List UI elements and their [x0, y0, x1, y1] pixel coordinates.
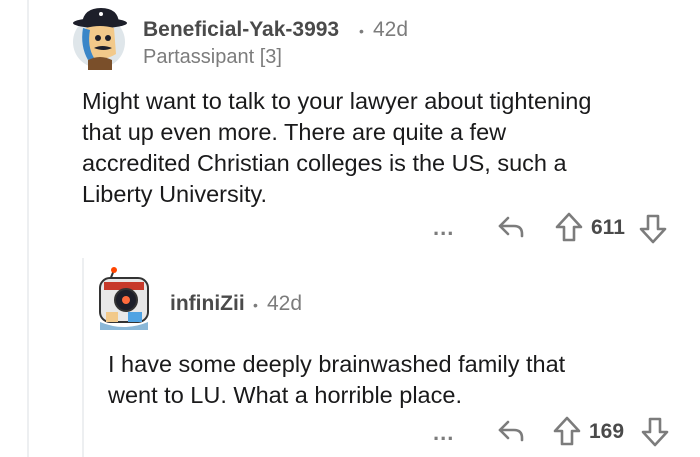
vote-score: 611	[591, 216, 625, 239]
avatar-snoo-icon	[73, 8, 127, 70]
separator-dot: •	[253, 297, 258, 313]
upvote-button[interactable]	[554, 211, 584, 248]
comment-thread: Beneficial-Yak-3993 • 42d Partassipant […	[0, 0, 700, 457]
reply-body-line: I have some deeply brainwashed family th…	[108, 351, 566, 377]
comment-age: 42d	[373, 18, 409, 41]
comment-body-line: Liberty University.	[82, 181, 268, 207]
reply-username[interactable]: infiniZii	[170, 292, 245, 316]
downvote-icon	[639, 214, 667, 244]
vote-score: 169	[589, 420, 625, 443]
comment-body-line: accredited Christian colleges is the US,…	[82, 150, 567, 176]
more-options-button[interactable]: ...	[433, 420, 454, 446]
comment-body: Might want to talk to your lawyer about …	[82, 86, 682, 210]
avatar[interactable]	[70, 6, 128, 70]
comment-body-line: Might want to talk to your lawyer about …	[82, 88, 592, 114]
thread-line[interactable]	[27, 0, 29, 457]
reply-body-line: went to LU. What a horrible place.	[108, 382, 462, 408]
reply-age: 42d	[267, 292, 303, 315]
downvote-button[interactable]	[638, 213, 668, 250]
downvote-button[interactable]	[640, 416, 670, 453]
upvote-icon	[555, 212, 583, 242]
reply-button[interactable]	[496, 212, 526, 247]
downvote-icon	[641, 417, 669, 447]
avatar[interactable]	[96, 266, 152, 334]
reply-icon	[498, 216, 524, 238]
upvote-icon	[553, 416, 581, 446]
comment-body-line: that up even more. There are quite a few	[82, 119, 507, 145]
upvote-button[interactable]	[552, 415, 582, 452]
user-flair: Partassipant [3]	[143, 46, 282, 68]
separator-dot: •	[359, 23, 364, 39]
reply-body: I have some deeply brainwashed family th…	[108, 349, 688, 411]
comment-username[interactable]: Beneficial-Yak-3993	[143, 18, 339, 42]
avatar-snoo-icon	[99, 267, 149, 330]
reply-thread-line[interactable]	[82, 258, 84, 457]
reply-button[interactable]	[496, 416, 526, 451]
reply-icon	[498, 420, 524, 442]
more-options-button[interactable]: ...	[433, 215, 454, 241]
